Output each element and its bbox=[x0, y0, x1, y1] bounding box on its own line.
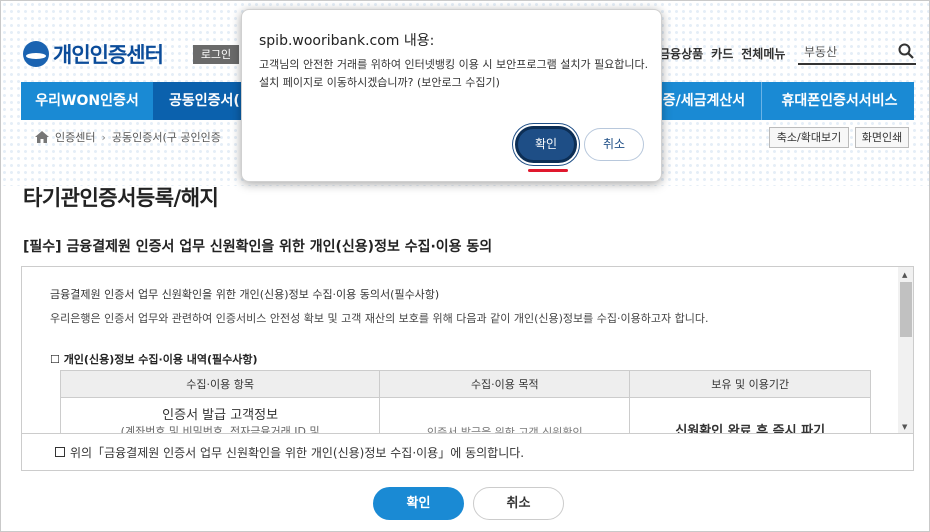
page-title: 타기관인증서등록/해지 bbox=[23, 186, 219, 210]
browser-viewport: 개인인증센터 로그인 금융상품 카드 전체메뉴 부동산 우리WON인증서 공동인… bbox=[0, 0, 930, 532]
breadcrumb-item-center[interactable]: 인증센터 bbox=[55, 129, 95, 145]
section-title: [필수] 금융결제원 인증서 업무 신원확인을 위한 개인(신용)정보 수집·이… bbox=[23, 239, 493, 255]
scroll-down-icon[interactable]: ▼ bbox=[902, 423, 907, 431]
consent-table: 수집·이용 항목 수집·이용 목적 보유 및 이용기간 인증서 발급 고객정보 … bbox=[59, 370, 871, 434]
table-cell-period: 신원확인 완료 후 즉시 파기 bbox=[629, 397, 871, 433]
nav-item-woori-won[interactable]: 우리WON인증서 bbox=[21, 82, 153, 120]
consent-heading: 금융결제원 인증서 업무 신원확인을 위한 개인(신용)정보 수집·이용 동의서… bbox=[50, 288, 440, 301]
search-icon[interactable] bbox=[898, 43, 914, 59]
agree-row: 위의「금융결제원 인증서 업무 신원확인을 위한 개인(신용)정보 수집·이용」… bbox=[21, 434, 914, 471]
table-cell-purpose: 인증서 발급을 위한 고객 신원확인 bbox=[379, 397, 631, 433]
item-line-1: 인증서 발급 고객정보 bbox=[162, 408, 279, 423]
site-logo[interactable]: 개인인증센터 bbox=[23, 39, 164, 69]
top-links: 금융상품 카드 전체메뉴 bbox=[659, 45, 785, 62]
agree-checkbox[interactable] bbox=[55, 447, 65, 457]
table-row: 인증서 발급 고객정보 (계좌번호 및 비밀번호, 전자금융거래 ID 및 인증… bbox=[59, 397, 871, 434]
agree-label[interactable]: 위의「금융결제원 인증서 업무 신원확인을 위한 개인(신용)정보 수집·이용」… bbox=[70, 444, 524, 461]
top-link-all-menu[interactable]: 전체메뉴 bbox=[741, 45, 785, 62]
alert-dialog: spib.wooribank.com 내용: 고객님의 안전한 거래를 위하여 … bbox=[241, 9, 662, 182]
item-line-2: (계좌번호 및 비밀번호, 전자금융거래 ID 및 bbox=[120, 425, 320, 434]
nav-divider bbox=[761, 82, 762, 120]
search-input[interactable]: 부동산 bbox=[798, 39, 916, 65]
chevron-right-icon: › bbox=[101, 130, 106, 144]
search-text: 부동산 bbox=[804, 45, 838, 59]
scrollbar-thumb[interactable] bbox=[900, 282, 912, 337]
dialog-cancel-button[interactable]: 취소 bbox=[584, 128, 644, 161]
home-icon[interactable] bbox=[35, 131, 49, 143]
table-header-period: 보유 및 이용기간 bbox=[629, 370, 871, 398]
consent-sub-heading: ☐ 개인(신용)정보 수집·이용 내역(필수사항) bbox=[50, 353, 258, 366]
table-header-item: 수집·이용 항목 bbox=[59, 370, 381, 398]
cancel-button[interactable]: 취소 bbox=[473, 487, 564, 520]
nav-item-tax-invoice[interactable]: 증/세금계산서 bbox=[649, 82, 759, 120]
print-button[interactable]: 화면인쇄 bbox=[855, 127, 909, 148]
consent-content: 금융결제원 인증서 업무 신원확인을 위한 개인(신용)정보 수집·이용 동의서… bbox=[22, 267, 898, 434]
top-link-card[interactable]: 카드 bbox=[711, 45, 733, 62]
dialog-ok-button[interactable]: 확인 bbox=[515, 126, 577, 163]
scrollbar[interactable]: ▲ ▼ bbox=[898, 267, 913, 433]
consent-scroll-box[interactable]: 금융결제원 인증서 업무 신원확인을 위한 개인(신용)정보 수집·이용 동의서… bbox=[21, 266, 914, 434]
zoom-button[interactable]: 축소/확대보기 bbox=[769, 127, 849, 148]
consent-paragraph: 우리은행은 인증서 업무와 관련하여 인증서비스 안전성 확보 및 고객 재산의… bbox=[50, 312, 709, 325]
scroll-up-icon[interactable]: ▲ bbox=[902, 271, 907, 279]
highlight-underline bbox=[528, 169, 568, 172]
confirm-button[interactable]: 확인 bbox=[373, 487, 464, 520]
nav-item-mobile-cert[interactable]: 휴대폰인증서서비스 bbox=[765, 82, 914, 120]
top-link-products[interactable]: 금융상품 bbox=[659, 45, 703, 62]
woori-logo-icon bbox=[23, 41, 49, 67]
table-header-purpose: 수집·이용 목적 bbox=[379, 370, 631, 398]
table-cell-item: 인증서 발급 고객정보 (계좌번호 및 비밀번호, 전자금융거래 ID 및 bbox=[59, 397, 381, 434]
login-button[interactable]: 로그인 bbox=[193, 45, 239, 64]
dialog-message: 고객님의 안전한 거래를 위하여 인터넷뱅킹 이용 시 보안프로그램 설치가 필… bbox=[259, 58, 649, 89]
breadcrumb-item-joint-cert[interactable]: 공동인증서(구 공인인증 bbox=[112, 129, 221, 145]
dialog-title: spib.wooribank.com 내용: bbox=[259, 33, 435, 49]
logo-text: 개인인증센터 bbox=[53, 43, 164, 67]
